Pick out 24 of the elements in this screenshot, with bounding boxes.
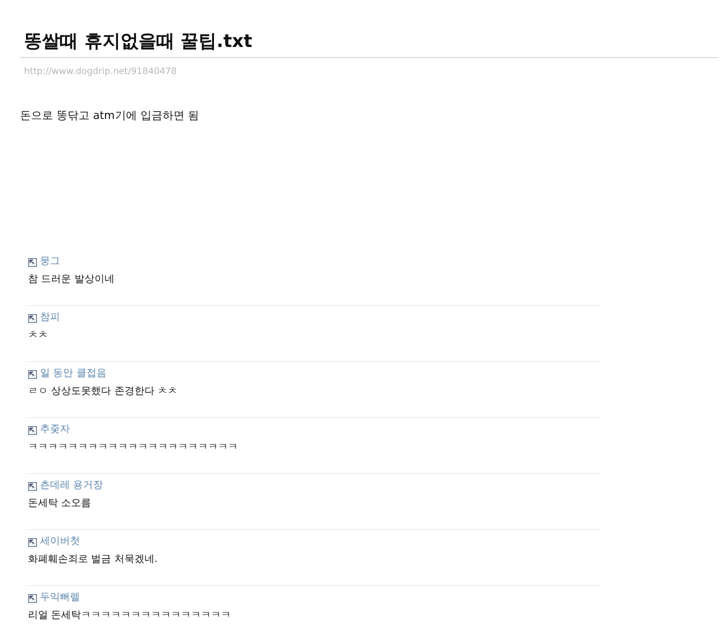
post-body: 돈으로 똥닦고 atm기에 입금하면 됨 xyxy=(20,109,199,123)
comment-text: 돈세탁 소오름 xyxy=(28,497,92,511)
comment-author: 두익뻐렐 xyxy=(40,592,80,604)
comment-author: 참피 xyxy=(40,312,60,324)
square-arrow-icon xyxy=(28,482,37,490)
comment-author: 세이버첫 xyxy=(40,536,80,548)
square-arrow-icon xyxy=(28,370,37,378)
square-arrow-icon xyxy=(28,538,37,546)
comment-text: ㅊㅊ xyxy=(28,329,48,343)
comment-author: 뭉그 xyxy=(40,256,60,268)
comment-text: 참 드러운 발상이네 xyxy=(28,273,114,287)
square-arrow-icon xyxy=(28,594,37,602)
square-arrow-icon xyxy=(28,426,37,434)
comment-text: 화폐훼손죄로 벌금 처묵겠네. xyxy=(28,553,158,567)
comment-author: 추줒자 xyxy=(40,424,70,436)
source-url[interactable]: http://www.dogdrip.net/91840478 xyxy=(24,66,177,78)
square-arrow-icon xyxy=(28,258,37,266)
post-title: 똥쌀때 휴지없을때 꿀팁.txt xyxy=(24,30,252,54)
comment-author: 일 동안 클접음 xyxy=(40,368,106,380)
comment-text: ㅋㅋㅋㅋㅋㅋㅋㅋㅋㅋㅋㅋㅋㅋㅋㅋㅋㅋㅋㅋㅋ xyxy=(28,441,238,455)
comment-author: 츤데레 용거장 xyxy=(40,480,104,492)
square-arrow-icon xyxy=(28,314,37,322)
comment-text: ㄹㅇ 상상도못했다 존경한다 ㅊㅊ xyxy=(28,385,178,399)
comment-text: 리얼 돈세탁ㅋㅋㅋㅋㅋㅋㅋㅋㅋㅋㅋㅋㅋㅋㅋ xyxy=(28,609,232,623)
